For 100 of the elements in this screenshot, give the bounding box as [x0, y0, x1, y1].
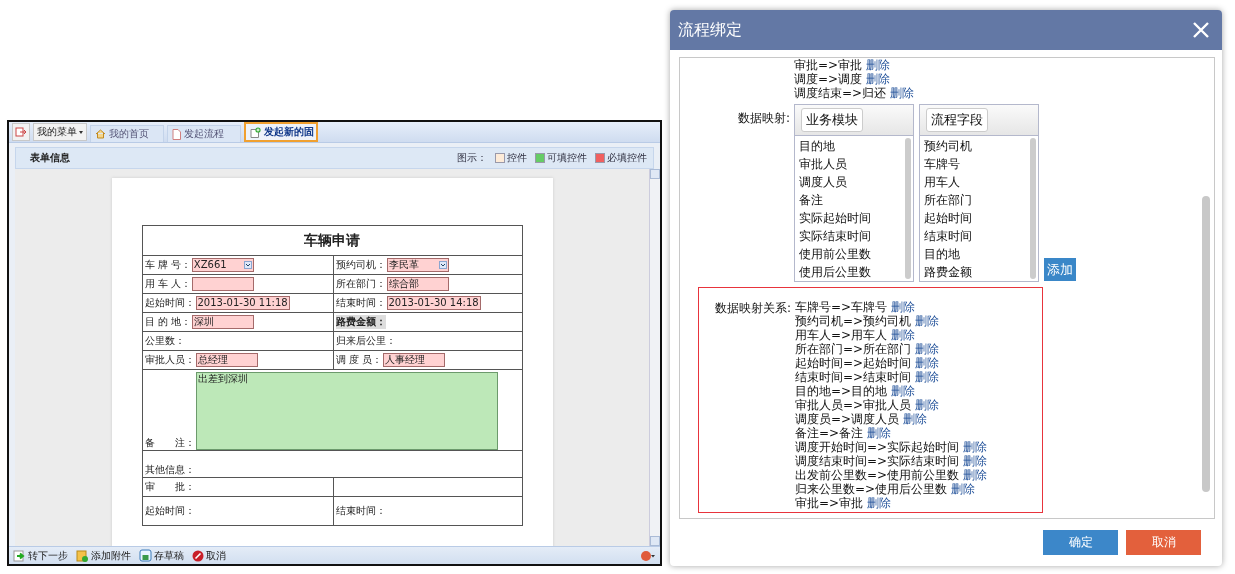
select-field[interactable]: XZ661 — [191, 258, 254, 272]
field-label: 调 度 员： — [335, 353, 382, 367]
field-label: 审 批： — [144, 480, 195, 494]
input-field[interactable] — [191, 277, 254, 291]
close-icon[interactable] — [1192, 21, 1210, 39]
input-field[interactable]: 总经理 — [195, 353, 258, 367]
list-item[interactable]: 车牌号 — [924, 155, 1030, 173]
scrollbar[interactable] — [649, 169, 660, 546]
delete-link[interactable]: 删除 — [866, 72, 891, 86]
field-label: 公里数： — [144, 334, 185, 348]
field-label: 起始时间： — [144, 504, 195, 518]
list-item[interactable]: 备注 — [799, 191, 905, 209]
new-page-icon — [250, 126, 261, 138]
home-icon — [95, 129, 106, 139]
mapping-text: 调度结束=>归还 — [794, 86, 887, 100]
list-item[interactable]: 使用前公里数 — [799, 245, 905, 263]
delete-link[interactable]: 删除 — [915, 370, 940, 384]
input-field[interactable]: 人事经理 — [382, 353, 445, 367]
field-label: 路费金额： — [335, 315, 386, 329]
cancel-icon — [192, 549, 204, 562]
scrollbar[interactable] — [905, 138, 911, 279]
dialog-title: 流程绑定 — [678, 19, 742, 41]
legend-label: 图示： — [457, 151, 487, 165]
input-field[interactable]: 2013-01-30 14:18 — [386, 296, 481, 310]
help-icon — [640, 549, 656, 562]
list-item[interactable]: 预约司机 — [924, 137, 1030, 155]
delete-link[interactable]: 删除 — [867, 496, 892, 510]
toolbar-button[interactable]: 添加附件 — [76, 548, 131, 563]
toolbar-button[interactable]: 存草稿 — [139, 548, 184, 563]
mapping-text: 调度开始时间=>实际起始时间 — [795, 440, 960, 454]
field-label: 结束时间： — [335, 296, 386, 310]
list-item[interactable]: 用车人 — [924, 173, 1030, 191]
section-title: 表单信息 — [30, 151, 70, 165]
legend-text: 必填控件 — [607, 151, 647, 165]
list-item[interactable]: 使用后公里数 — [799, 263, 905, 281]
arrow-icon — [13, 549, 26, 562]
list-item[interactable]: 路费金额 — [924, 263, 1030, 281]
list-item[interactable]: 实际起始时间 — [799, 209, 905, 227]
input-field[interactable]: 深圳 — [191, 315, 254, 329]
delete-link[interactable]: 删除 — [891, 328, 916, 342]
delete-link[interactable]: 删除 — [890, 86, 915, 100]
delete-link[interactable]: 删除 — [915, 398, 940, 412]
mapping-text: 目的地=>目的地 — [795, 384, 888, 398]
delete-link[interactable]: 删除 — [891, 300, 916, 314]
remark-field[interactable]: 出差到深圳 — [195, 372, 498, 450]
list-item[interactable]: 实际结束时间 — [799, 227, 905, 245]
add-button[interactable]: 添加 — [1044, 258, 1076, 281]
list-header-button[interactable]: 流程字段 — [926, 108, 988, 132]
delete-link[interactable]: 删除 — [866, 58, 891, 72]
delete-link[interactable]: 删除 — [891, 384, 916, 398]
field-label: 车 牌 号： — [144, 258, 191, 272]
delete-link[interactable]: 删除 — [915, 314, 940, 328]
list-item[interactable]: 审批人员 — [799, 155, 905, 173]
tab[interactable]: 发起新的固 — [244, 122, 318, 142]
field-label: 起始时间： — [144, 296, 195, 310]
field-label: 目 的 地： — [144, 315, 191, 329]
mapping-text: 预约司机=>预约司机 — [795, 314, 912, 328]
list-header-button[interactable]: 业务模块 — [801, 108, 863, 132]
mapping-text: 起始时间=>起始时间 — [795, 356, 912, 370]
delete-link[interactable]: 删除 — [915, 356, 940, 370]
input-field[interactable]: 2013-01-30 11:18 — [195, 296, 290, 310]
mapping-text: 备注=>备注 — [795, 426, 864, 440]
toolbar-button[interactable]: 转下一步 — [13, 548, 68, 563]
scrollbar[interactable] — [1030, 138, 1036, 279]
list-item[interactable]: 起始时间 — [924, 209, 1030, 227]
field-label: 结束时间： — [335, 504, 386, 518]
mapping-text: 审批人员=>审批人员 — [795, 398, 912, 412]
tab[interactable]: 发起流程 — [167, 125, 241, 142]
toolbar-button[interactable]: 取消 — [192, 548, 226, 563]
delete-link[interactable]: 删除 — [951, 482, 976, 496]
dialog-button[interactable]: 确定 — [1043, 530, 1118, 555]
delete-link[interactable]: 删除 — [963, 440, 988, 454]
dialog-button[interactable]: 取消 — [1126, 530, 1201, 555]
list-item[interactable]: 调度人员 — [799, 173, 905, 191]
exit-icon — [15, 127, 27, 137]
mapping-text: 结束时间=>结束时间 — [795, 370, 912, 384]
field-label: 预约司机： — [335, 258, 386, 272]
dropdown-icon — [243, 261, 252, 269]
form-title: 车辆申请 — [142, 225, 522, 256]
delete-link[interactable]: 删除 — [903, 412, 928, 426]
list-item[interactable]: 所在部门 — [924, 191, 1030, 209]
list-item[interactable]: 目的地 — [799, 137, 905, 155]
select-field[interactable]: 李民革 — [386, 258, 449, 272]
menu-button[interactable]: 我的菜单 — [33, 123, 87, 141]
mapping-text: 车牌号=>车牌号 — [795, 300, 888, 314]
delete-link[interactable]: 删除 — [963, 454, 988, 468]
mapping-text: 调度=>调度 — [794, 72, 863, 86]
mapping-text: 归来公里数=>使用后公里数 — [795, 482, 948, 496]
delete-link[interactable]: 删除 — [915, 342, 940, 356]
delete-link[interactable]: 删除 — [963, 468, 988, 482]
delete-link[interactable]: 删除 — [867, 426, 892, 440]
list-item[interactable]: 结束时间 — [924, 227, 1030, 245]
exit-button[interactable] — [12, 123, 30, 141]
field-label: 归来后公里： — [335, 334, 396, 348]
tab[interactable]: 我的首页 — [90, 125, 164, 142]
list-item[interactable]: 目的地 — [924, 245, 1030, 263]
mapping-text: 调度结束时间=>实际结束时间 — [795, 454, 960, 468]
page-icon — [172, 128, 181, 140]
input-field[interactable]: 综合部 — [386, 277, 449, 291]
field-label: 用 车 人： — [144, 277, 191, 291]
